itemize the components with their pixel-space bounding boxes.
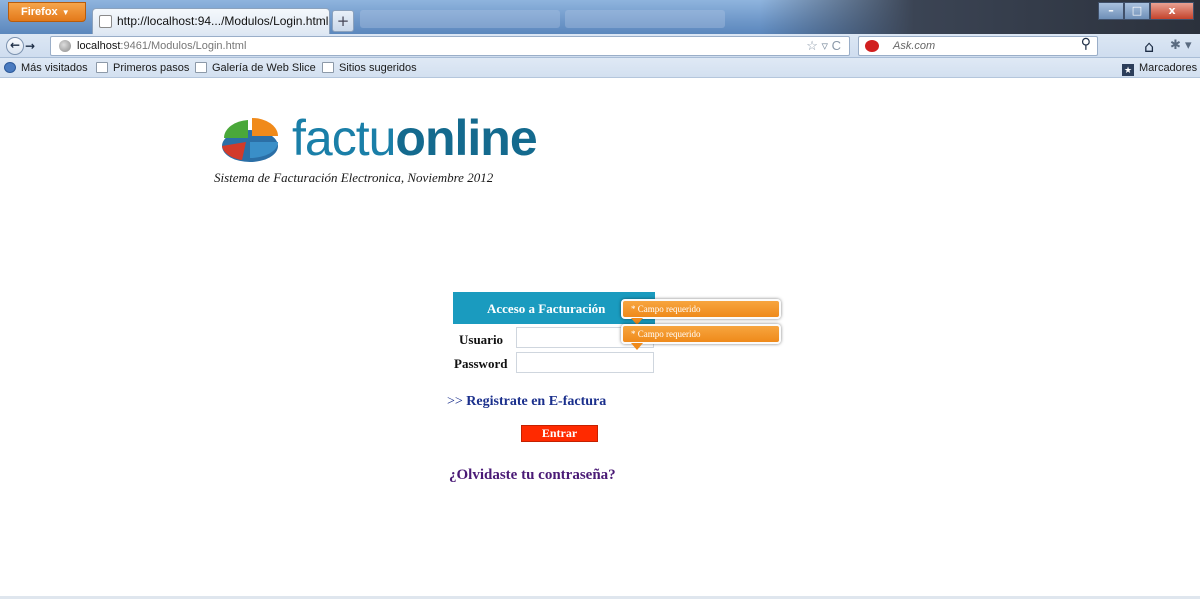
firefox-menu-label: Firefox — [21, 6, 58, 18]
url-bar[interactable]: localhost:9461/Modulos/Login.html ☆ ▿ C — [50, 36, 850, 56]
submit-button[interactable]: Entrar — [521, 425, 598, 442]
window-controls: – □ x — [1098, 2, 1194, 20]
navigation-bar: ← → localhost:9461/Modulos/Login.html ☆ … — [0, 34, 1200, 58]
background-tab[interactable] — [565, 10, 725, 28]
forgot-password-link[interactable]: ¿Olvidaste tu contraseña? — [449, 467, 616, 484]
bookmark-primeros-pasos[interactable]: Primeros pasos — [96, 62, 189, 74]
search-bar[interactable]: Ask.com ⚲ — [858, 36, 1098, 56]
back-arrow-icon[interactable]: ← — [6, 37, 24, 55]
logo-wordmark: factuonline — [292, 110, 538, 166]
system-subtitle: Sistema de Facturación Electronica, Novi… — [214, 170, 494, 185]
close-button[interactable]: x — [1150, 2, 1194, 20]
username-required-tooltip: * Campo requerido — [621, 299, 781, 325]
search-icon[interactable]: ⚲ — [1081, 36, 1091, 52]
password-label: Password — [454, 356, 508, 371]
factuonline-logo: factuonline — [220, 110, 540, 170]
addon-icon[interactable]: ✱ ▾ — [1170, 38, 1192, 53]
tab-login[interactable]: http://localhost:94.../Modulos/Login.htm… — [92, 8, 330, 34]
ask-logo-icon — [865, 40, 879, 52]
bookmark-most-visited[interactable]: Más visitados — [4, 62, 88, 74]
bookmark-galeria-web-slice[interactable]: Galería de Web Slice — [195, 62, 316, 74]
bookmarks-menu-label: Marcadores — [1139, 62, 1198, 74]
bookmarks-star-icon: ★ — [1122, 64, 1134, 76]
minimize-button[interactable]: – — [1098, 2, 1124, 20]
search-placeholder: Ask.com — [893, 40, 936, 52]
maximize-button[interactable]: □ — [1124, 2, 1150, 20]
register-link[interactable]: >> Registrate en E-factura — [447, 394, 606, 410]
logo-text-bold: online — [395, 110, 537, 166]
register-link-text: Registrate en E-factura — [466, 394, 607, 409]
most-visited-icon — [4, 62, 16, 73]
forward-arrow-icon[interactable]: → — [25, 39, 35, 53]
page-icon — [99, 15, 112, 28]
password-required-tooltip: * Campo requerido — [621, 324, 781, 350]
password-input[interactable] — [516, 352, 654, 373]
logo-text-light: factu — [292, 110, 396, 166]
background-tab[interactable] — [360, 10, 560, 28]
register-prefix: >> — [447, 394, 463, 409]
bookmark-label: Galería de Web Slice — [212, 62, 316, 74]
firefox-menu-button[interactable]: Firefox ▼ — [8, 2, 86, 22]
url-host: localhost — [77, 40, 121, 52]
bookmark-star-icon[interactable]: ☆ ▿ C — [806, 38, 841, 54]
home-icon[interactable]: ⌂ — [1144, 37, 1154, 56]
bookmarks-menu[interactable]: ★ Marcadores — [1122, 62, 1197, 76]
bookmarks-toolbar: Más visitados Primeros pasos Galería de … — [0, 58, 1200, 78]
tab-title: http://localhost:94.../Modulos/Login.htm… — [117, 14, 329, 28]
new-tab-button[interactable]: + — [332, 10, 354, 32]
globe-icon — [59, 40, 71, 52]
page-icon — [195, 62, 207, 73]
username-label: Usuario — [459, 332, 504, 347]
pie-chart-logo-icon — [222, 118, 278, 162]
bookmark-label: Sitios sugeridos — [339, 62, 417, 74]
page-icon — [322, 62, 334, 73]
bookmark-label: Primeros pasos — [113, 62, 190, 74]
chevron-down-icon: ▼ — [61, 8, 70, 17]
page-icon — [96, 62, 108, 73]
bookmark-label: Más visitados — [21, 62, 88, 74]
bookmark-sitios-sugeridos[interactable]: Sitios sugeridos — [322, 62, 417, 74]
url-path: :9461/Modulos/Login.html — [120, 40, 247, 52]
